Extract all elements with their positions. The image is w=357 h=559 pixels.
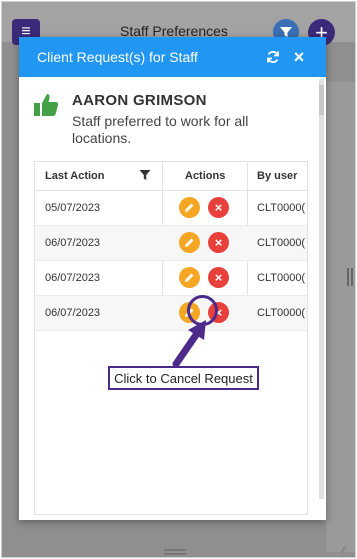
by-user-cell: CLT0000(: [257, 202, 306, 214]
close-icon: ×: [214, 200, 223, 215]
last-action-cell: 06/07/2023: [45, 272, 101, 284]
background-panel: [326, 82, 355, 552]
callout-arrow: [172, 320, 206, 368]
background-header: ≡ Staff Preferences +: [2, 2, 355, 46]
by-user-cell: CLT0000(: [257, 237, 306, 249]
modal-header: Client Request(s) for Staff ×: [19, 37, 326, 77]
cancel-request-button[interactable]: ×: [208, 232, 229, 253]
column-filter-icon[interactable]: [139, 169, 151, 181]
pencil-icon: [185, 273, 194, 282]
staff-name: AARON GRIMSON: [72, 92, 207, 109]
table-row[interactable]: 05/07/2023 × CLT0000(: [35, 191, 307, 226]
scrollbar-thumb[interactable]: [319, 85, 324, 115]
pencil-icon: [185, 203, 194, 212]
edit-button[interactable]: [179, 197, 200, 218]
grid-header: Last Action Actions By user: [35, 162, 307, 191]
modal-title: Client Request(s) for Staff: [37, 49, 198, 65]
refresh-button[interactable]: [264, 48, 282, 66]
table-row[interactable]: 06/07/2023 × CLT0000(: [35, 226, 307, 261]
last-action-cell: 06/07/2023: [45, 307, 101, 319]
close-icon: ×: [214, 270, 223, 285]
column-header-by-user[interactable]: By user: [257, 170, 297, 182]
resize-handle-horizontal[interactable]: [164, 549, 186, 555]
column-header-last-action[interactable]: Last Action: [45, 170, 105, 182]
pencil-icon: [185, 238, 194, 247]
table-row[interactable]: 06/07/2023 × CLT0000(: [35, 261, 307, 296]
cancel-request-button[interactable]: ×: [208, 197, 229, 218]
resize-corner-icon[interactable]: ⁄⁄: [342, 545, 354, 557]
cancel-request-callout: Click to Cancel Request: [108, 366, 259, 390]
column-header-actions[interactable]: Actions: [185, 170, 225, 182]
close-button[interactable]: ×: [289, 47, 309, 67]
thumbs-up-icon: [34, 94, 59, 116]
edit-button[interactable]: [179, 232, 200, 253]
edit-button[interactable]: [179, 267, 200, 288]
last-action-cell: 06/07/2023: [45, 237, 101, 249]
cancel-request-button[interactable]: ×: [208, 267, 229, 288]
staff-description: Staff preferred to work for all location…: [72, 113, 249, 146]
modal-scrollbar[interactable]: [319, 79, 324, 499]
last-action-cell: 05/07/2023: [45, 202, 101, 214]
resize-handle-vertical[interactable]: [347, 268, 353, 286]
client-request-modal: Client Request(s) for Staff × AARON GRIM…: [19, 37, 326, 520]
close-icon: ×: [214, 235, 223, 250]
by-user-cell: CLT0000(: [257, 307, 306, 319]
by-user-cell: CLT0000(: [257, 272, 306, 284]
refresh-icon: [267, 51, 279, 63]
